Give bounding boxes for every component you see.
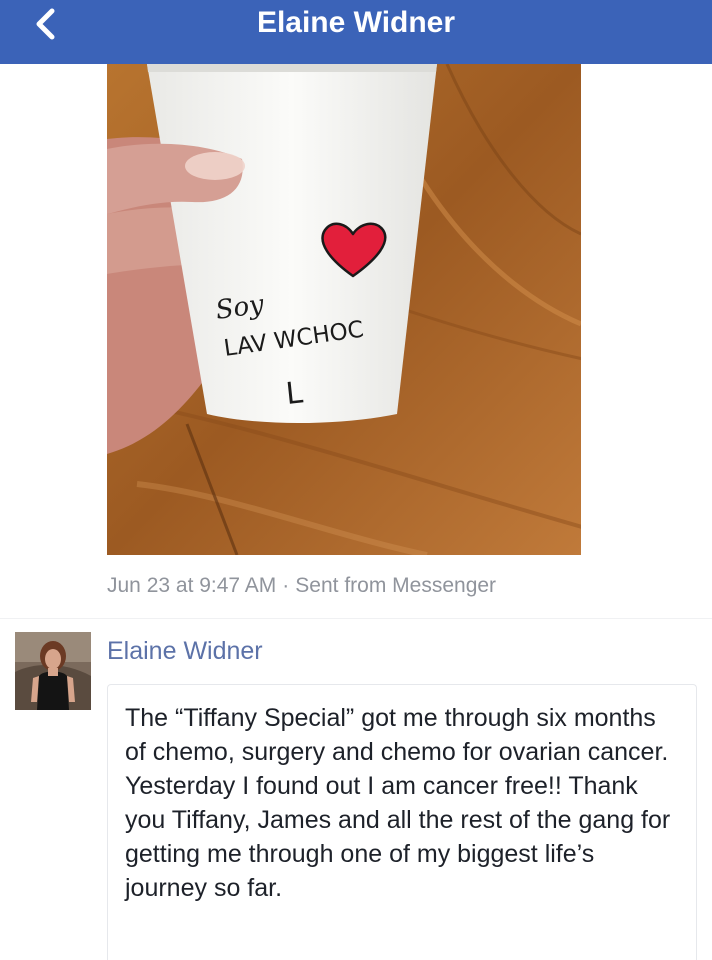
comment-author[interactable]: Elaine Widner: [107, 637, 263, 666]
post-photo[interactable]: Soy LAV WCHOC L: [107, 64, 581, 555]
divider: [0, 618, 712, 619]
post-timestamp: Jun 23 at 9:47 AM: [107, 574, 277, 597]
post-meta: Jun 23 at 9:47 AM · Sent from Messenger: [107, 574, 496, 598]
profile-photo: [15, 632, 91, 710]
top-bar: Elaine Widner: [0, 0, 712, 64]
meta-separator: ·: [282, 574, 290, 597]
avatar[interactable]: [15, 632, 91, 710]
page-title: Elaine Widner: [256, 6, 456, 39]
post-source: Sent from Messenger: [295, 574, 497, 597]
comment-bubble: The “Tiffany Special” got me through six…: [107, 684, 697, 960]
comment-text: The “Tiffany Special” got me through six…: [125, 704, 671, 902]
cup-photo-illustration: Soy LAV WCHOC L: [107, 64, 581, 555]
